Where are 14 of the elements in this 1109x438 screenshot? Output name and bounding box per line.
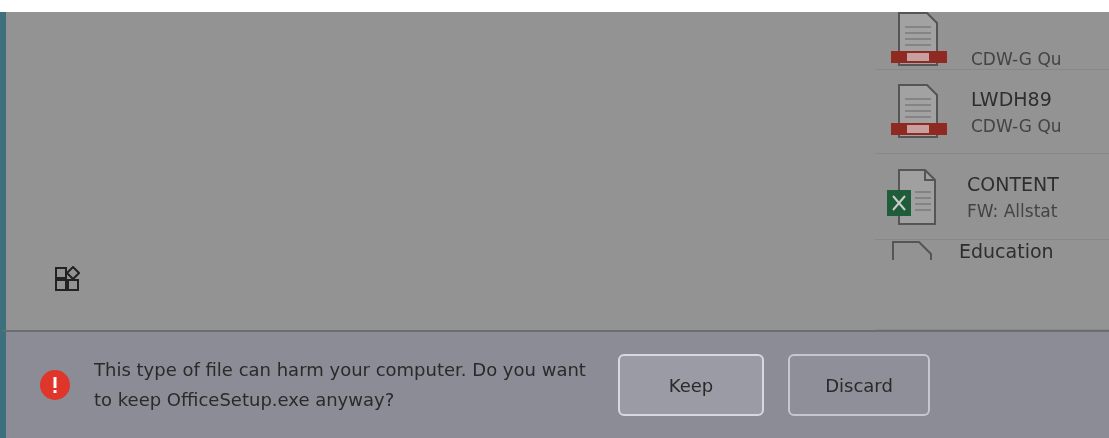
document-file-icon (891, 12, 947, 69)
file-icon (891, 240, 935, 260)
file-name[interactable]: CONTENT (967, 172, 1059, 195)
warning-message: This type of file can harm your computer. Do you want to keep OfficeSetup.exe anyway? (94, 358, 587, 412)
email-subject: CDW-G Qu (971, 49, 1062, 69)
email-subject: FW: Allstat (967, 200, 1059, 221)
file-name[interactable]: Education (959, 240, 1054, 262)
widgets-icon[interactable] (54, 266, 80, 292)
discard-button[interactable]: Discard (788, 354, 930, 416)
document-file-icon (891, 82, 947, 141)
keep-button[interactable]: Keep (618, 354, 764, 416)
warning-icon (40, 370, 70, 400)
file-name[interactable]: LWDH89 (971, 87, 1062, 110)
email-subject: CDW-G Qu (971, 115, 1062, 136)
